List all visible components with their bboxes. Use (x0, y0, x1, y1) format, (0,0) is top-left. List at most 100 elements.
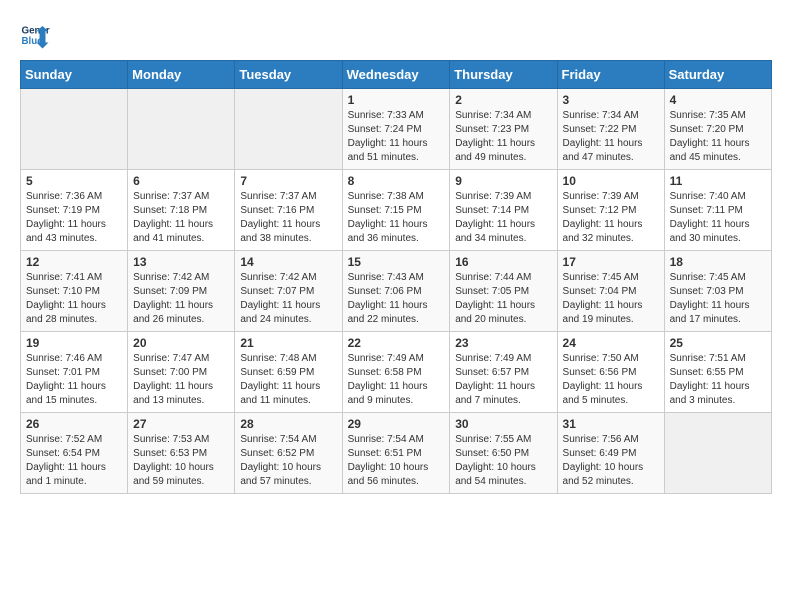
day-info: Sunrise: 7:54 AM Sunset: 6:52 PM Dayligh… (240, 433, 336, 489)
day-info: Sunrise: 7:42 AM Sunset: 7:09 PM Dayligh… (133, 271, 229, 327)
header: General Blue (20, 20, 772, 50)
day-header-saturday: Saturday (664, 61, 771, 89)
day-info: Sunrise: 7:55 AM Sunset: 6:50 PM Dayligh… (455, 433, 551, 489)
day-number: 13 (133, 255, 229, 269)
calendar-cell: 25Sunrise: 7:51 AM Sunset: 6:55 PM Dayli… (664, 332, 771, 413)
day-number: 4 (670, 93, 766, 107)
day-info: Sunrise: 7:36 AM Sunset: 7:19 PM Dayligh… (26, 190, 122, 246)
day-info: Sunrise: 7:46 AM Sunset: 7:01 PM Dayligh… (26, 352, 122, 408)
day-info: Sunrise: 7:41 AM Sunset: 7:10 PM Dayligh… (26, 271, 122, 327)
day-number: 1 (348, 93, 445, 107)
day-number: 9 (455, 174, 551, 188)
day-number: 31 (563, 417, 659, 431)
day-info: Sunrise: 7:34 AM Sunset: 7:22 PM Dayligh… (563, 109, 659, 165)
day-info: Sunrise: 7:48 AM Sunset: 6:59 PM Dayligh… (240, 352, 336, 408)
logo-icon: General Blue (20, 20, 50, 50)
day-number: 5 (26, 174, 122, 188)
week-row-5: 26 Sunrise: 7:52 AM Sunset: 6:54 PM Dayli… (21, 413, 772, 494)
calendar-cell (664, 413, 771, 494)
calendar-cell: 24 Sunrise: 7:50 AM Sunset: 6:56 PM Dayli… (557, 332, 664, 413)
day-info: Sunrise: 7:39 AM Sunset: 7:14 PM Dayligh… (455, 190, 551, 246)
day-info: Sunrise: 7:43 AM Sunset: 7:06 PM Dayligh… (348, 271, 445, 327)
day-number: 21 (240, 336, 336, 350)
day-number: 11 (670, 174, 766, 188)
calendar-header-row: SundayMondayTuesdayWednesdayThursdayFrid… (21, 61, 772, 89)
day-number: 8 (348, 174, 445, 188)
calendar-cell: 22 Sunrise: 7:49 AM Sunset: 6:58 PM Dayli… (342, 332, 450, 413)
day-number: 7 (240, 174, 336, 188)
calendar-cell: 17 Sunrise: 7:45 AM Sunset: 7:04 PM Dayli… (557, 251, 664, 332)
day-info: Sunrise: 7:50 AM Sunset: 6:56 PM Dayligh… (563, 352, 659, 408)
calendar-cell: 12 Sunrise: 7:41 AM Sunset: 7:10 PM Dayli… (21, 251, 128, 332)
day-info: Sunrise: 7:45 AM Sunset: 7:04 PM Dayligh… (563, 271, 659, 327)
calendar-cell: 27 Sunrise: 7:53 AM Sunset: 6:53 PM Dayli… (128, 413, 235, 494)
calendar-cell: 29Sunrise: 7:54 AM Sunset: 6:51 PM Dayli… (342, 413, 450, 494)
calendar-cell: 26 Sunrise: 7:52 AM Sunset: 6:54 PM Dayli… (21, 413, 128, 494)
day-info: Sunrise: 7:54 AM Sunset: 6:51 PM Dayligh… (348, 433, 445, 489)
day-number: 24 (563, 336, 659, 350)
week-row-4: 19 Sunrise: 7:46 AM Sunset: 7:01 PM Dayli… (21, 332, 772, 413)
calendar-cell: 20 Sunrise: 7:47 AM Sunset: 7:00 PM Dayli… (128, 332, 235, 413)
day-info: Sunrise: 7:56 AM Sunset: 6:49 PM Dayligh… (563, 433, 659, 489)
calendar-cell: 3 Sunrise: 7:34 AM Sunset: 7:22 PM Daylig… (557, 89, 664, 170)
day-number: 18 (670, 255, 766, 269)
calendar-cell: 2 Sunrise: 7:34 AM Sunset: 7:23 PM Daylig… (450, 89, 557, 170)
calendar-cell: 8 Sunrise: 7:38 AM Sunset: 7:15 PM Daylig… (342, 170, 450, 251)
day-number: 22 (348, 336, 445, 350)
calendar-cell: 21 Sunrise: 7:48 AM Sunset: 6:59 PM Dayli… (235, 332, 342, 413)
calendar-body: 1 Sunrise: 7:33 AM Sunset: 7:24 PM Daylig… (21, 89, 772, 494)
calendar-cell: 6 Sunrise: 7:37 AM Sunset: 7:18 PM Daylig… (128, 170, 235, 251)
week-row-1: 1 Sunrise: 7:33 AM Sunset: 7:24 PM Daylig… (21, 89, 772, 170)
day-number: 14 (240, 255, 336, 269)
day-number: 2 (455, 93, 551, 107)
calendar-cell: 7Sunrise: 7:37 AM Sunset: 7:16 PM Daylig… (235, 170, 342, 251)
day-number: 27 (133, 417, 229, 431)
calendar-cell (21, 89, 128, 170)
day-number: 16 (455, 255, 551, 269)
day-number: 12 (26, 255, 122, 269)
day-info: Sunrise: 7:40 AM Sunset: 7:11 PM Dayligh… (670, 190, 766, 246)
day-info: Sunrise: 7:35 AM Sunset: 7:20 PM Dayligh… (670, 109, 766, 165)
calendar-cell: 16 Sunrise: 7:44 AM Sunset: 7:05 PM Dayli… (450, 251, 557, 332)
calendar-cell: 11 Sunrise: 7:40 AM Sunset: 7:11 PM Dayli… (664, 170, 771, 251)
day-info: Sunrise: 7:47 AM Sunset: 7:00 PM Dayligh… (133, 352, 229, 408)
calendar-cell (235, 89, 342, 170)
week-row-3: 12 Sunrise: 7:41 AM Sunset: 7:10 PM Dayli… (21, 251, 772, 332)
day-number: 3 (563, 93, 659, 107)
day-info: Sunrise: 7:38 AM Sunset: 7:15 PM Dayligh… (348, 190, 445, 246)
day-header-sunday: Sunday (21, 61, 128, 89)
calendar-table: SundayMondayTuesdayWednesdayThursdayFrid… (20, 60, 772, 494)
day-header-friday: Friday (557, 61, 664, 89)
day-number: 30 (455, 417, 551, 431)
day-info: Sunrise: 7:39 AM Sunset: 7:12 PM Dayligh… (563, 190, 659, 246)
day-number: 23 (455, 336, 551, 350)
day-number: 20 (133, 336, 229, 350)
day-info: Sunrise: 7:49 AM Sunset: 6:58 PM Dayligh… (348, 352, 445, 408)
day-info: Sunrise: 7:33 AM Sunset: 7:24 PM Dayligh… (348, 109, 445, 165)
day-info: Sunrise: 7:44 AM Sunset: 7:05 PM Dayligh… (455, 271, 551, 327)
day-number: 17 (563, 255, 659, 269)
day-header-wednesday: Wednesday (342, 61, 450, 89)
day-number: 26 (26, 417, 122, 431)
week-row-2: 5 Sunrise: 7:36 AM Sunset: 7:19 PM Daylig… (21, 170, 772, 251)
day-number: 6 (133, 174, 229, 188)
calendar-cell: 31 Sunrise: 7:56 AM Sunset: 6:49 PM Dayli… (557, 413, 664, 494)
day-info: Sunrise: 7:51 AM Sunset: 6:55 PM Dayligh… (670, 352, 766, 408)
calendar-cell: 13 Sunrise: 7:42 AM Sunset: 7:09 PM Dayli… (128, 251, 235, 332)
logo: General Blue (20, 20, 50, 50)
day-number: 19 (26, 336, 122, 350)
day-info: Sunrise: 7:34 AM Sunset: 7:23 PM Dayligh… (455, 109, 551, 165)
calendar-cell: 28Sunrise: 7:54 AM Sunset: 6:52 PM Dayli… (235, 413, 342, 494)
calendar-cell (128, 89, 235, 170)
calendar-cell: 10Sunrise: 7:39 AM Sunset: 7:12 PM Dayli… (557, 170, 664, 251)
day-info: Sunrise: 7:53 AM Sunset: 6:53 PM Dayligh… (133, 433, 229, 489)
calendar-cell: 9 Sunrise: 7:39 AM Sunset: 7:14 PM Daylig… (450, 170, 557, 251)
day-info: Sunrise: 7:37 AM Sunset: 7:18 PM Dayligh… (133, 190, 229, 246)
day-header-monday: Monday (128, 61, 235, 89)
day-header-thursday: Thursday (450, 61, 557, 89)
calendar-cell: 14 Sunrise: 7:42 AM Sunset: 7:07 PM Dayli… (235, 251, 342, 332)
day-info: Sunrise: 7:42 AM Sunset: 7:07 PM Dayligh… (240, 271, 336, 327)
calendar-cell: 23Sunrise: 7:49 AM Sunset: 6:57 PM Dayli… (450, 332, 557, 413)
calendar-cell: 18Sunrise: 7:45 AM Sunset: 7:03 PM Dayli… (664, 251, 771, 332)
day-info: Sunrise: 7:52 AM Sunset: 6:54 PM Dayligh… (26, 433, 122, 489)
